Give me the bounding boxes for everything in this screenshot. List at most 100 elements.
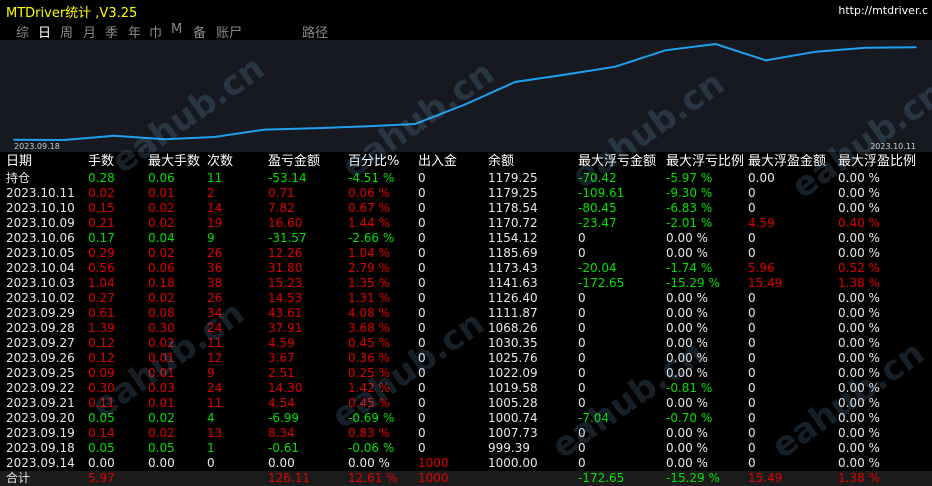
table-cell: 0.36 % [348,351,390,365]
table-cell: 0.21 [88,216,115,230]
table-cell: 1005.28 [488,396,538,410]
tab-8[interactable]: 备 [193,22,206,41]
tab-0[interactable]: 综 [16,22,29,41]
column-header[interactable]: 最大浮盈比例 [838,154,916,169]
table-cell: 26 [207,246,223,260]
tab-2[interactable]: 周 [60,22,73,41]
tab-10[interactable]: 路径 [302,22,328,41]
tab-9[interactable]: 账尸 [216,22,242,41]
table-cell: 0.01 [148,186,175,200]
table-cell: 0 [748,321,756,335]
table-row[interactable]: 2023.10.03 1.04 0.18 38 15.23 1.35 % 0 1141.63 -… [0,276,932,291]
table-row[interactable]: 2023.09.22 0.30 0.03 24 14.30 1.42 % 0 1019.58 0… [0,381,932,396]
table-cell: 24 [207,381,223,395]
table-cell: 0 [748,381,756,395]
table-cell: 0.03 [148,381,175,395]
table-row[interactable]: 2023.10.09 0.21 0.02 19 16.60 1.44 % 0 1170.72 -… [0,216,932,231]
table-cell: 0.06 [148,171,175,185]
table-row[interactable]: 2023.09.27 0.12 0.02 11 4.59 0.45 % 0 1030.35 0 0… [0,336,932,351]
table-cell: 0 [578,231,586,245]
table-cell: 0.00 [268,456,295,470]
table-row[interactable]: 2023.09.26 0.12 0.01 12 3.67 0.36 % 0 1025.76 0 0… [0,351,932,366]
table-cell: 0.28 [88,171,115,185]
column-header[interactable]: 手数 [88,154,114,169]
table-row[interactable]: 2023.10.11 0.02 0.01 2 0.71 0.06 % 0 1179.25 -10… [0,186,932,201]
table-cell: 2 [207,186,215,200]
tab-3[interactable]: 月 [83,22,96,41]
table-cell: 0.00 % [838,186,880,200]
table-cell: -0.81 % [666,381,713,395]
table-cell: -9.30 % [666,186,713,200]
column-header[interactable]: 盈亏金额 [268,154,320,169]
table-cell: -31.57 [268,231,307,245]
table-cell: 4.59 [268,336,295,350]
table-row[interactable]: 2023.10.05 0.29 0.02 26 12.26 1.04 % 0 1185.69 0… [0,246,932,261]
table-cell: 0 [418,246,426,260]
column-header[interactable]: 日期 [6,154,32,169]
table-cell: -20.04 [578,261,617,275]
column-header[interactable]: 百分比% [348,154,399,169]
table-row[interactable]: 2023.10.02 0.27 0.02 26 14.53 1.31 % 0 1126.40 0… [0,291,932,306]
table-cell: 2023.10.04 [6,261,75,275]
column-header[interactable]: 最大浮亏金额 [578,154,656,169]
table-cell: -0.06 % [348,441,395,455]
table-cell: 2023.10.10 [6,201,75,215]
table-cell: 0 [578,321,586,335]
table-row[interactable]: 2023.09.19 0.14 0.02 13 8.34 0.83 % 0 1007.73 0 0… [0,426,932,441]
table-row[interactable]: 2023.10.06 0.17 0.04 9 -31.57 -2.66 % 0 1154.12… [0,231,932,246]
column-header[interactable]: 最大手数 [148,154,200,169]
table-row[interactable]: 2023.09.18 0.05 0.05 1 -0.61 -0.06 % 0 999.39 0 0… [0,441,932,456]
total-cell: 合计 [6,471,31,485]
table-cell: 36 [207,261,223,275]
table-cell: 0.67 % [348,201,390,215]
column-header[interactable]: 最大浮盈金额 [748,154,826,169]
table-cell: 0 [748,456,756,470]
table-cell: 1173.43 [488,261,538,275]
table-cell: 0 [418,336,426,350]
table-cell: 0 [418,441,426,455]
website-link[interactable]: http://mtdriver.c [838,4,928,17]
tab-5[interactable]: 年 [128,22,141,41]
column-header[interactable]: 最大浮亏比例 [666,154,744,169]
table-cell: 0.00 % [838,411,880,425]
table-cell: 2023.10.06 [6,231,75,245]
table-row[interactable]: 2023.09.25 0.09 0.01 9 2.51 0.25 % 0 1022.09 0 0.… [0,366,932,381]
table-cell: -172.65 [578,276,625,290]
table-cell: 0.06 % [348,186,390,200]
column-header[interactable]: 出入金 [418,154,457,169]
table-cell: 0 [418,411,426,425]
table-cell: 15.49 [748,276,783,290]
table-cell: 0.02 [148,246,175,260]
equity-point [714,43,717,45]
table-cell: 0.08 [148,306,175,320]
table-cell: 1111.87 [488,306,538,320]
table-row[interactable]: 持仓 0.28 0.06 11 -53.14 -4.51 % 0 1179.25 -70.42 -… [0,171,932,186]
table-cell: 0 [418,231,426,245]
table-cell: 1179.25 [488,171,538,185]
table-row[interactable]: 2023.09.20 0.05 0.02 4 -6.99 -0.69 % 0 1000.74 -… [0,411,932,426]
table-cell: 15.23 [268,276,303,290]
table-cell: 2023.10.09 [6,216,75,230]
table-row[interactable]: 2023.10.04 0.56 0.06 36 31.80 2.79 % 0 1173.43 -… [0,261,932,276]
table-cell: 14 [207,201,223,215]
table-cell: 1185.69 [488,246,538,260]
table-row[interactable]: 2023.09.21 0.11 0.01 11 4.54 0.45 % 0 1005.28 0 0… [0,396,932,411]
table-cell: 5.96 [748,261,775,275]
table-cell: 4.59 [748,216,775,230]
column-header[interactable]: 次数 [207,154,233,169]
table-cell: 0.00 % [348,456,390,470]
table-row[interactable]: 2023.09.14 0.00 0.00 0 0.00 0.00 % 1000 1000.00… [0,456,932,471]
tab-4[interactable]: 季 [105,22,118,41]
table-cell: 34 [207,306,223,320]
title-bar: MTDriver统计 ,V3.25 http://mtdriver.c [0,0,932,21]
tab-1[interactable]: 日 [38,22,51,41]
table-row[interactable]: 2023.09.29 0.61 0.08 34 43.61 4.08 % 0 1111.87 0… [0,306,932,321]
tab-7[interactable]: M [171,22,182,37]
table-row[interactable]: 2023.09.28 1.39 0.30 24 37.91 3.68 % 0 1068.26 0… [0,321,932,336]
table-cell: 0.00 % [838,396,880,410]
table-cell: 0 [578,426,586,440]
table-row[interactable]: 2023.10.10 0.15 0.02 14 7.82 0.67 % 0 1178.54 -8… [0,201,932,216]
column-header[interactable]: 余额 [488,154,514,169]
tab-6[interactable]: 巾 [149,22,162,41]
table-cell: -109.61 [578,186,625,200]
